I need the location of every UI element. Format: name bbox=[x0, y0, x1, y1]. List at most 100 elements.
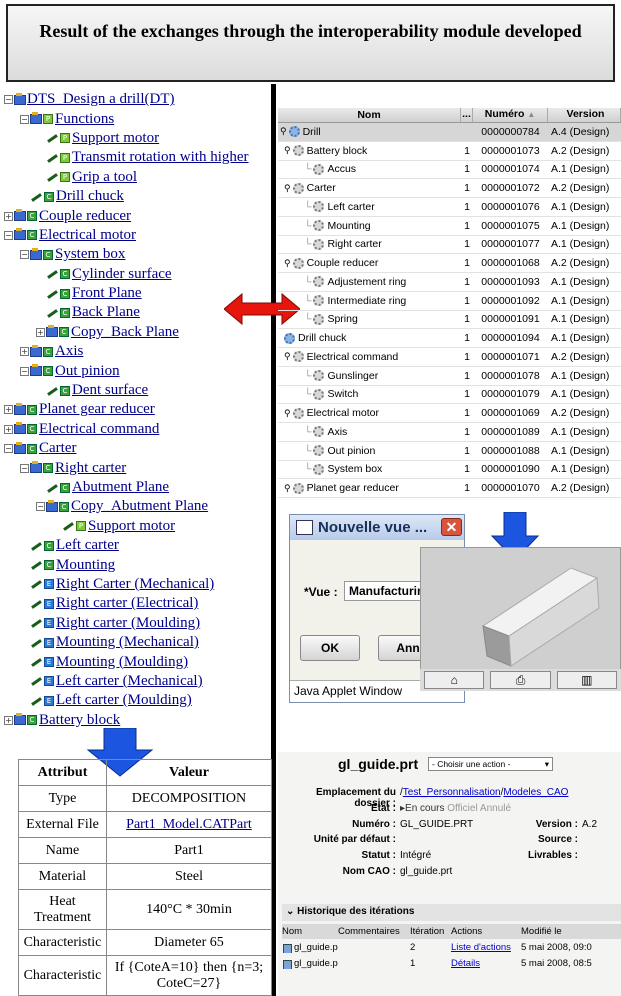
tree-item-label[interactable]: Support motor bbox=[72, 130, 159, 147]
table-row[interactable]: └ Adjustement ring 1 0000001093 A.1 (Design) bbox=[278, 273, 621, 292]
tree-item-label[interactable]: DTS_Design a drill(DT) bbox=[27, 91, 174, 108]
tree-item[interactable]: + C Battery block bbox=[4, 711, 266, 730]
table-row[interactable]: ⚲ Electrical command 1 0000001071 A.2 (Desig… bbox=[278, 348, 621, 367]
tree-item[interactable]: E Right Carter (Mechanical) bbox=[4, 575, 266, 594]
table-row[interactable]: └ Intermediate ring 1 0000001092 A.1 (Design… bbox=[278, 292, 621, 311]
column-header-dots[interactable]: ... bbox=[461, 108, 473, 122]
tree-item-label[interactable]: Grip a tool bbox=[72, 169, 137, 186]
tree-item-label[interactable]: Right Carter (Mechanical) bbox=[56, 576, 214, 593]
expand-icon[interactable]: + bbox=[4, 405, 13, 415]
table-row[interactable]: └ Gunslinger 1 0000001078 A.1 (Design) bbox=[278, 367, 621, 386]
tree-item-label[interactable]: Carter bbox=[39, 440, 76, 457]
ok-button[interactable]: OK bbox=[300, 635, 360, 661]
tree-item[interactable]: − C Copy_Abutment Plane bbox=[4, 497, 266, 516]
path-link-2[interactable]: Modeles_CAO bbox=[503, 787, 568, 798]
expand-pin-icon[interactable]: ⚲ bbox=[284, 145, 291, 156]
tree-item-label[interactable]: Support motor bbox=[88, 518, 175, 535]
column-header-version[interactable]: Version bbox=[548, 108, 621, 122]
tree-item[interactable]: C Left carter bbox=[4, 536, 266, 555]
tree-item-label[interactable]: Left carter (Mechanical) bbox=[56, 673, 203, 690]
table-row[interactable]: ⚲ Electrical motor 1 0000001069 A.2 (Design) bbox=[278, 404, 621, 423]
table-row[interactable]: └ System box 1 0000001090 A.1 (Design) bbox=[278, 461, 621, 480]
tree-item-label[interactable]: Electrical command bbox=[39, 421, 159, 438]
tree-item-label[interactable]: Drill chuck bbox=[56, 188, 124, 205]
tree-item[interactable]: − C Electrical motor bbox=[4, 226, 266, 245]
tree-item-label[interactable]: Axis bbox=[55, 343, 83, 360]
table-row[interactable]: └ Right carter 1 0000001077 A.1 (Design) bbox=[278, 236, 621, 255]
collapse-icon[interactable]: − bbox=[4, 95, 13, 105]
tree-item-label[interactable]: Mounting (Mechanical) bbox=[56, 634, 199, 651]
window-icon[interactable]: ▥ bbox=[556, 671, 617, 689]
tree-item-label[interactable]: Back Plane bbox=[72, 304, 140, 321]
tree-item[interactable]: E Mounting (Moulding) bbox=[4, 652, 266, 671]
table-row[interactable]: └ Out pinion 1 0000001088 A.1 (Design) bbox=[278, 442, 621, 461]
tree-item[interactable]: C Cylinder surface bbox=[4, 265, 266, 284]
tree-item-label[interactable]: Right carter (Moulding) bbox=[56, 615, 200, 632]
table-row[interactable]: └ Axis 1 0000001089 A.1 (Design) bbox=[278, 423, 621, 442]
tree-item[interactable]: E Right carter (Moulding) bbox=[4, 614, 266, 633]
tree-item-label[interactable]: Right carter (Electrical) bbox=[56, 595, 198, 612]
tree-item[interactable]: + C Electrical command bbox=[4, 420, 266, 439]
tree-item[interactable]: − C Right carter bbox=[4, 458, 266, 477]
tree-item-label[interactable]: Dent surface bbox=[72, 382, 148, 399]
tree-item[interactable]: E Left carter (Moulding) bbox=[4, 691, 266, 710]
tree-item-label[interactable]: Left carter (Moulding) bbox=[56, 692, 192, 709]
camera-icon[interactable]: ⌂ bbox=[424, 671, 485, 689]
column-header-nom[interactable]: Nom bbox=[278, 108, 461, 122]
collapse-icon[interactable]: − bbox=[36, 502, 45, 512]
tree-item[interactable]: C Dent surface bbox=[4, 381, 266, 400]
history-section-header[interactable]: ⌄ Historique des itérations bbox=[282, 904, 621, 921]
tree-item[interactable]: E Right carter (Electrical) bbox=[4, 594, 266, 613]
tree-item[interactable]: P Grip a tool bbox=[4, 168, 266, 187]
close-button[interactable]: ✕ bbox=[441, 518, 462, 536]
collapse-icon[interactable]: − bbox=[4, 444, 13, 454]
tree-item-label[interactable]: Front Plane bbox=[72, 285, 142, 302]
tree-item[interactable]: + C Couple reducer bbox=[4, 206, 266, 225]
column-header-nom[interactable]: Nom bbox=[282, 926, 338, 937]
tree-item-label[interactable]: Couple reducer bbox=[39, 208, 131, 225]
table-row[interactable]: └ Mounting 1 0000001075 A.1 (Design) bbox=[278, 217, 621, 236]
expand-icon[interactable]: + bbox=[36, 327, 45, 337]
tree-item[interactable]: − DTS_Design a drill(DT) bbox=[4, 90, 266, 109]
expand-icon[interactable]: + bbox=[4, 715, 13, 725]
table-row[interactable]: ⚲ Carter 1 0000001072 A.2 (Design) bbox=[278, 179, 621, 198]
tree-item[interactable]: P Transmit rotation with higher bbox=[4, 148, 266, 167]
expand-icon[interactable]: + bbox=[20, 347, 29, 357]
table-row[interactable]: └ Switch 1 0000001079 A.1 (Design) bbox=[278, 386, 621, 405]
tree-item-label[interactable]: Out pinion bbox=[55, 363, 120, 380]
action-select[interactable]: - Choisir une action - ▾ bbox=[428, 757, 553, 771]
dialog-title-bar[interactable]: Nouvelle vue ... ✕ bbox=[290, 515, 464, 540]
column-header-commentaires[interactable]: Commentaires bbox=[338, 926, 410, 937]
tree-item-label[interactable]: Copy_Abutment Plane bbox=[71, 498, 208, 515]
expand-pin-icon[interactable]: ⚲ bbox=[284, 408, 291, 419]
collapse-icon[interactable]: − bbox=[20, 366, 29, 376]
tree-item-label[interactable]: Functions bbox=[55, 111, 114, 128]
expand-icon[interactable]: + bbox=[4, 424, 13, 434]
history-action[interactable]: Liste d'actions bbox=[451, 942, 521, 953]
tree-item-label[interactable]: Cylinder surface bbox=[72, 266, 172, 283]
column-header-modifie[interactable]: Modifié le bbox=[521, 926, 619, 937]
expand-pin-icon[interactable]: ⚲ bbox=[284, 351, 291, 362]
tree-item[interactable]: − P Functions bbox=[4, 109, 266, 128]
tree-item-label[interactable]: Copy_Back Plane bbox=[71, 324, 179, 341]
history-action[interactable]: Détails bbox=[451, 958, 521, 969]
tree-item-label[interactable]: Planet gear reducer bbox=[39, 401, 155, 418]
tree-item[interactable]: C Drill chuck bbox=[4, 187, 266, 206]
attribute-value[interactable]: Part1_Model.CATPart bbox=[105, 811, 273, 838]
tree-item-label[interactable]: Right carter bbox=[55, 460, 126, 477]
tree-item-label[interactable]: Mounting bbox=[56, 557, 115, 574]
expand-pin-icon[interactable]: ⚲ bbox=[280, 126, 287, 137]
collapse-icon[interactable]: − bbox=[4, 230, 13, 240]
expand-icon[interactable]: + bbox=[4, 211, 13, 221]
expand-pin-icon[interactable]: ⚲ bbox=[284, 183, 291, 194]
collapse-icon[interactable]: − bbox=[20, 463, 29, 473]
table-row[interactable]: └ Left carter 1 0000001076 A.1 (Design) bbox=[278, 198, 621, 217]
tree-item-label[interactable]: Electrical motor bbox=[39, 227, 136, 244]
collapse-icon[interactable]: − bbox=[20, 114, 29, 124]
tree-item[interactable]: − C System box bbox=[4, 245, 266, 264]
tree-item[interactable]: C Abutment Plane bbox=[4, 478, 266, 497]
table-row[interactable]: ⚲ Drill 0000000784 A.4 (Design) bbox=[278, 123, 621, 142]
table-row[interactable]: Drill chuck 1 0000001094 A.1 (Design) bbox=[278, 329, 621, 348]
table-row[interactable]: └ Spring 1 0000001091 A.1 (Design) bbox=[278, 311, 621, 330]
tree-item-label[interactable]: Left carter bbox=[56, 537, 119, 554]
